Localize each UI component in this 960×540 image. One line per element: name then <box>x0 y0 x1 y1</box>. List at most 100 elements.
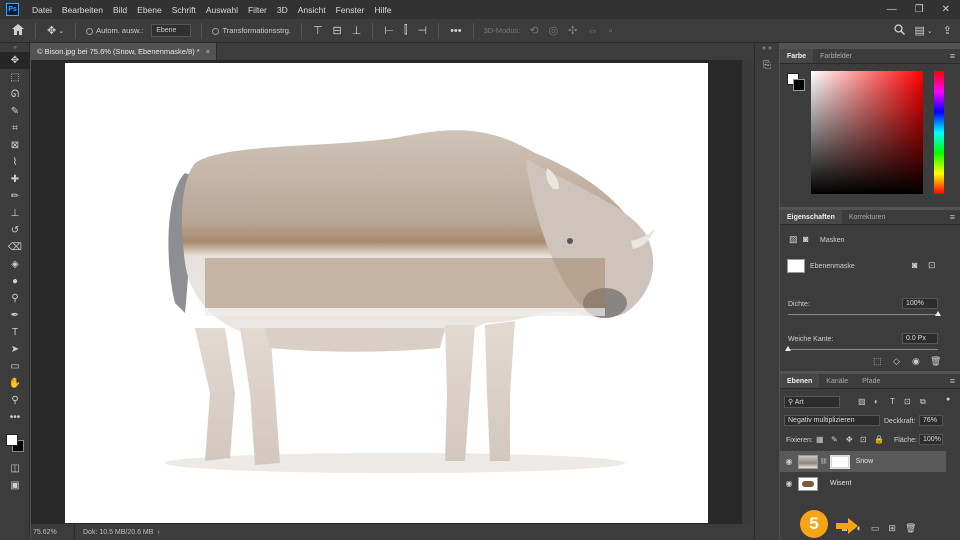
vertical-scrollbar[interactable] <box>742 60 754 524</box>
opacity-field[interactable]: 76% <box>919 415 943 426</box>
move-tool-icon[interactable]: ✥ <box>0 52 30 69</box>
screen-mode-icon[interactable]: ▣ <box>0 477 30 494</box>
fill-field[interactable]: 100% <box>919 434 943 445</box>
auto-select-checkbox[interactable]: Autom. ausw.: <box>86 26 143 35</box>
tab-ebenen[interactable]: Ebenen <box>780 374 820 388</box>
expand-panels-icon[interactable]: « » <box>755 43 779 52</box>
chevron-down-icon[interactable]: ⌄ <box>58 27 64 35</box>
lock-all-icon[interactable]: 🔒 <box>874 435 884 444</box>
quick-select-tool-icon[interactable]: ✎ <box>0 103 30 120</box>
auto-select-dropdown[interactable]: Ebene <box>151 24 192 37</box>
feather-slider-thumb[interactable] <box>785 346 791 351</box>
trash-icon[interactable]: 🗑 <box>905 523 916 534</box>
layer-mask-thumbnail[interactable] <box>829 454 850 469</box>
tab-farbfelder[interactable]: Farbfelder <box>813 49 859 63</box>
menu-ebene[interactable]: Ebene <box>132 5 167 15</box>
menu-auswahl[interactable]: Auswahl <box>201 5 243 15</box>
menu-datei[interactable]: Datei <box>27 5 57 15</box>
background-color-swatch[interactable] <box>793 79 805 91</box>
menu-3d[interactable]: 3D <box>272 5 293 15</box>
rectangle-tool-icon[interactable]: ▭ <box>0 358 30 375</box>
lasso-tool-icon[interactable]: ᘏ <box>0 86 30 103</box>
color-swatches[interactable] <box>0 426 29 460</box>
maximize-button[interactable]: ❐ <box>915 4 924 15</box>
collapse-toolbar-icon[interactable]: » <box>0 43 30 52</box>
foreground-color-swatch[interactable] <box>6 434 18 446</box>
lock-pixels-icon[interactable]: ✎ <box>831 435 838 444</box>
tab-kanaele[interactable]: Kanäle <box>819 374 855 388</box>
eraser-tool-icon[interactable]: ⌫ <box>0 239 30 256</box>
menu-ansicht[interactable]: Ansicht <box>293 5 331 15</box>
workspace-icon[interactable]: ▤ <box>915 24 925 37</box>
crop-tool-icon[interactable]: ⌗ <box>0 120 30 137</box>
menu-hilfe[interactable]: Hilfe <box>369 5 396 15</box>
eye-icon[interactable]: ◉ <box>780 457 798 466</box>
trash-icon[interactable]: 🗑 <box>930 356 941 367</box>
zoom-level[interactable]: 75.62% <box>31 524 75 540</box>
frame-tool-icon[interactable]: ⊠ <box>0 137 30 154</box>
align-top-icon[interactable]: ⊤ <box>313 24 323 37</box>
density-slider-thumb[interactable] <box>935 311 941 316</box>
feather-slider-track[interactable] <box>788 349 938 350</box>
close-window-button[interactable]: ✕ <box>942 4 950 15</box>
hand-tool-icon[interactable]: ✋ <box>0 375 30 392</box>
filter-smart-icon[interactable]: ⧉ <box>920 397 926 407</box>
eyedropper-tool-icon[interactable]: ⌇ <box>0 154 30 171</box>
blend-mode-dropdown[interactable]: Negativ multiplizieren <box>784 415 880 426</box>
panel-menu-icon[interactable]: ≡ <box>950 374 960 388</box>
share-icon[interactable]: ⇪ <box>943 24 952 37</box>
edit-toolbar-icon[interactable]: ••• <box>0 409 30 426</box>
panel-menu-icon[interactable]: ≡ <box>950 49 960 63</box>
document-tab[interactable]: © Bison.jpg bei 75.6% (Snow, Ebenenmaske… <box>31 43 217 60</box>
apply-mask-icon[interactable]: ◇ <box>893 356 900 367</box>
tab-korrekturen[interactable]: Korrekturen <box>842 210 893 224</box>
chevron-down-icon[interactable]: ⌄ <box>927 27 933 35</box>
healing-brush-tool-icon[interactable]: ✚ <box>0 171 30 188</box>
blur-tool-icon[interactable]: ● <box>0 273 30 290</box>
path-select-tool-icon[interactable]: ➤ <box>0 341 30 358</box>
history-brush-tool-icon[interactable]: ↺ <box>0 222 30 239</box>
3d-rotate-icon[interactable]: ⟲ <box>529 24 538 37</box>
align-right-icon[interactable]: ⊣ <box>417 24 427 37</box>
lock-artboard-icon[interactable]: ⊡ <box>860 435 867 444</box>
search-icon[interactable] <box>893 23 905 38</box>
menu-schrift[interactable]: Schrift <box>167 5 201 15</box>
color-field[interactable] <box>811 71 923 194</box>
visibility-icon[interactable]: ◉ <box>912 356 920 367</box>
marquee-tool-icon[interactable]: ⬚ <box>0 69 30 86</box>
pen-tool-icon[interactable]: ✒ <box>0 307 30 324</box>
align-left-icon[interactable]: ⊢ <box>384 24 394 37</box>
transform-controls-checkbox[interactable]: Transformationsstrg. <box>212 26 291 35</box>
pixel-mask-icon[interactable]: ◙ <box>912 260 917 270</box>
home-icon[interactable] <box>12 23 24 38</box>
vector-mask-icon[interactable]: ⊡ <box>928 260 936 271</box>
document-canvas[interactable] <box>65 63 708 523</box>
paint-bucket-tool-icon[interactable]: ◈ <box>0 256 30 273</box>
feather-field[interactable]: 0.0 Px <box>902 333 938 344</box>
filter-adjustment-icon[interactable]: ◐ <box>874 397 879 406</box>
align-middle-icon[interactable]: ⊟ <box>333 24 342 37</box>
history-panel-icon[interactable]: ⎘ <box>755 60 779 71</box>
menu-fenster[interactable]: Fenster <box>331 5 370 15</box>
type-tool-icon[interactable]: T <box>0 324 30 341</box>
zoom-tool-icon[interactable]: ⚲ <box>0 392 30 409</box>
layer-row-snow[interactable]: ◉ ⛓ Snow <box>780 451 946 472</box>
minimize-button[interactable]: — <box>887 4 897 15</box>
filter-toggle-icon[interactable]: ● <box>946 396 950 403</box>
layer-row-wisent[interactable]: ◉ Wisent <box>780 473 946 494</box>
menu-bearbeiten[interactable]: Bearbeiten <box>57 5 108 15</box>
align-bottom-icon[interactable]: ⊥ <box>352 24 362 37</box>
new-layer-icon[interactable]: ⊞ <box>888 523 896 534</box>
tab-eigenschaften[interactable]: Eigenschaften <box>780 210 842 224</box>
menu-filter[interactable]: Filter <box>243 5 272 15</box>
menu-bild[interactable]: Bild <box>108 5 132 15</box>
filter-type-icon[interactable]: T <box>890 397 895 406</box>
align-center-icon[interactable]: ⫿ <box>404 24 408 37</box>
dodge-tool-icon[interactable]: ⚲ <box>0 290 30 307</box>
more-options-icon[interactable]: ••• <box>450 25 462 37</box>
eye-icon[interactable]: ◉ <box>780 479 798 488</box>
clone-stamp-tool-icon[interactable]: ⊥ <box>0 205 30 222</box>
3d-slide-icon[interactable]: ⇔ <box>587 25 598 37</box>
3d-roll-icon[interactable]: ◎ <box>549 24 559 37</box>
panel-menu-icon[interactable]: ≡ <box>950 210 960 224</box>
